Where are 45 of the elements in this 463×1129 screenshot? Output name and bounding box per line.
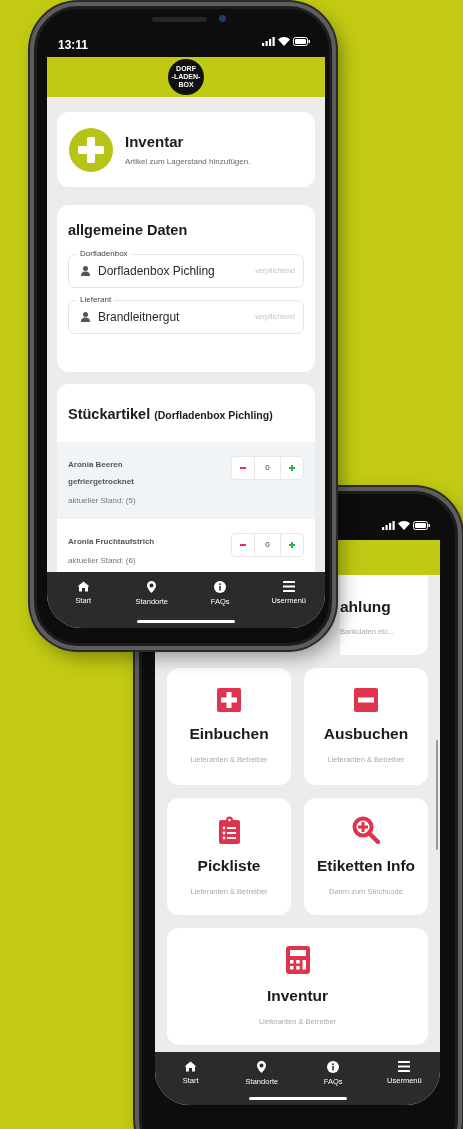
- menu-icon: [282, 581, 295, 592]
- quantity-field[interactable]: 0: [255, 455, 280, 480]
- person-icon: [81, 311, 90, 322]
- quantity-field[interactable]: 0: [255, 532, 280, 557]
- stock-text: aktueller Stand: (6): [68, 554, 137, 567]
- plus-square-icon: [217, 688, 241, 713]
- info-icon: [327, 1061, 340, 1073]
- home-icon: [76, 581, 90, 592]
- plus-button[interactable]: [280, 455, 304, 480]
- location-pin-icon: [147, 581, 157, 593]
- plus-button[interactable]: [280, 532, 304, 557]
- calculator-icon: [285, 946, 310, 975]
- item-name: Aronia Beeren gefriergetrocknet: [68, 458, 135, 489]
- info-icon: [214, 581, 227, 593]
- card-title: Inventar: [125, 131, 185, 152]
- field-value: Dorfladenbox Pichling: [98, 262, 215, 280]
- signal-icon: [262, 37, 275, 46]
- location-pin-icon: [257, 1061, 267, 1073]
- wifi-icon: [398, 521, 410, 530]
- signal-icon: [382, 521, 395, 530]
- minus-icon: [240, 543, 246, 546]
- card-subtitle: Artikel zum Lagerstand hinzufügen.: [125, 156, 251, 169]
- minus-icon: [240, 466, 246, 469]
- section-title: Stückartikel (Dorfladenbox Pichling): [67, 405, 274, 424]
- person-icon: [81, 265, 90, 276]
- minus-square-icon: [354, 688, 378, 713]
- item-name: Aronia Fruchtaufstrich: [68, 535, 156, 548]
- zoom-in-icon: [352, 816, 380, 845]
- section-title: allgemeine Daten: [68, 221, 189, 240]
- home-icon: [184, 1061, 198, 1072]
- plus-icon: [289, 541, 295, 548]
- stock-text: aktueller Stand: (5): [68, 494, 137, 507]
- battery-icon: [293, 37, 310, 46]
- camera-dot: [219, 15, 226, 22]
- wifi-icon: [278, 37, 290, 46]
- clipboard-list-icon: [218, 816, 240, 845]
- plus-icon: [289, 464, 295, 471]
- menu-icon: [398, 1061, 411, 1072]
- plus-circle-icon: [69, 127, 113, 172]
- list-row[interactable]: Aronia Beeren gefriergetrocknet aktueller Stand: (5) 0: [57, 441, 315, 519]
- field-value: Brandleitnergut: [98, 308, 180, 326]
- status-time: 13:11: [58, 37, 89, 54]
- battery-icon: [413, 521, 430, 530]
- list-row[interactable]: Aronia Fruchtaufstrich aktueller Stand: (6) 0: [57, 518, 315, 572]
- speaker-grille: [152, 17, 207, 22]
